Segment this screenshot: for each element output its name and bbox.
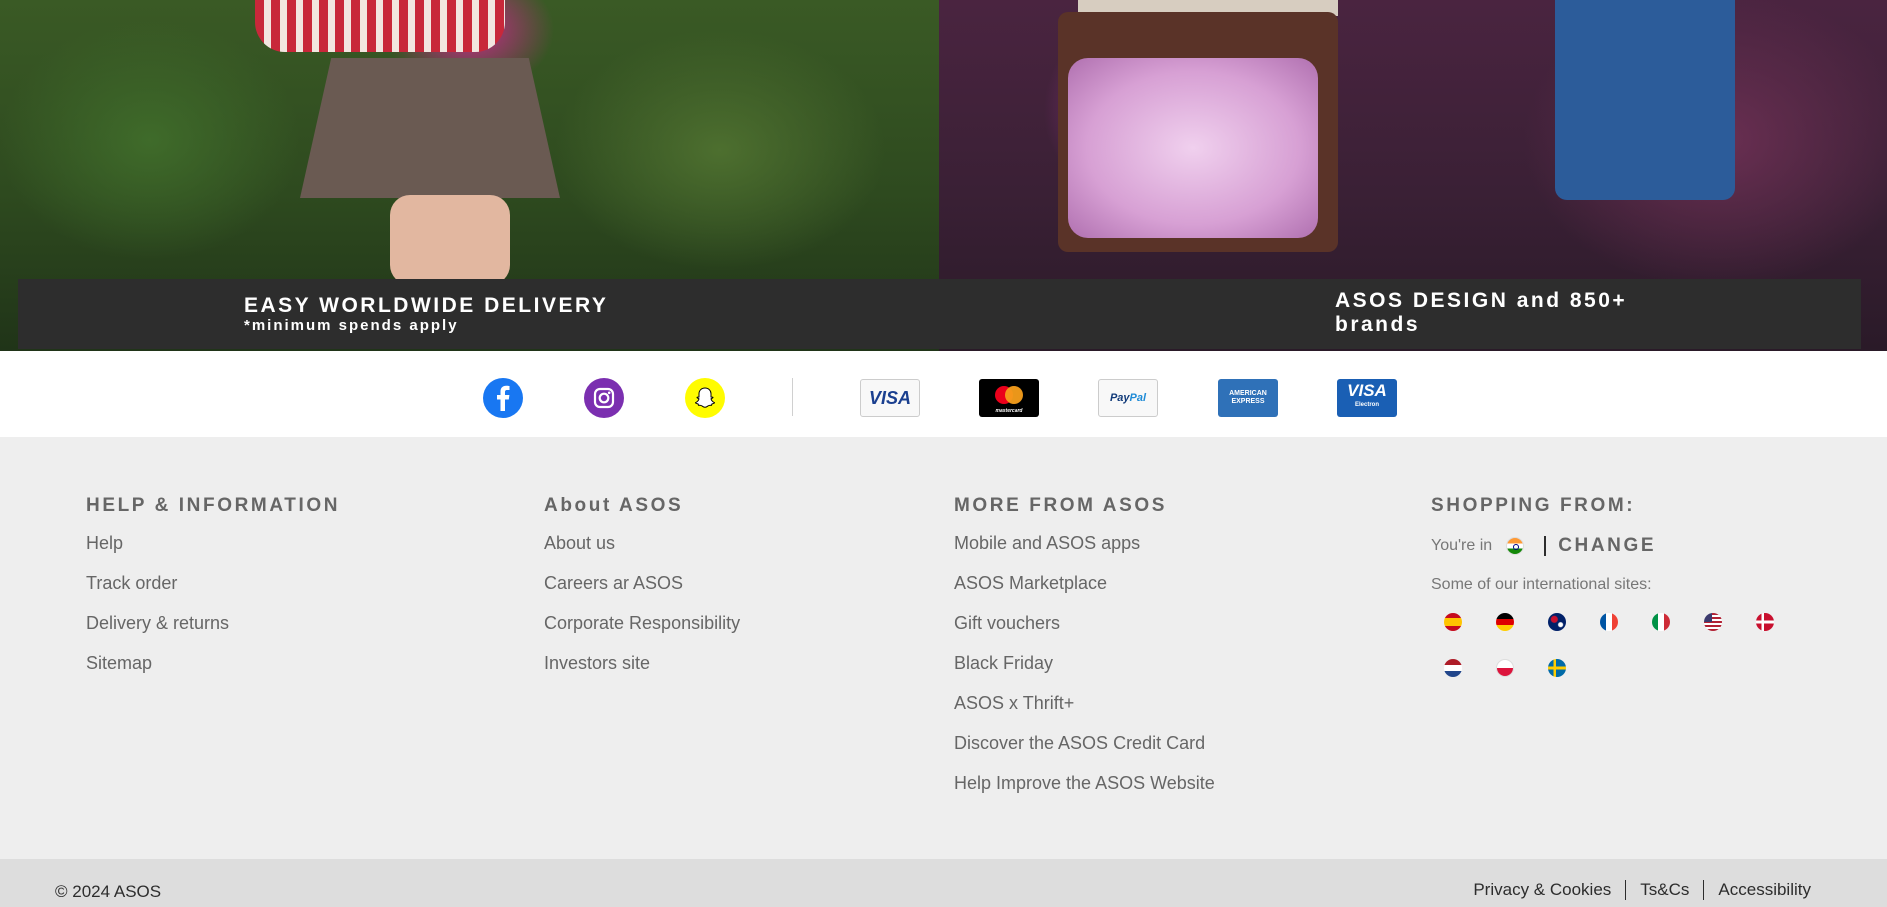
footer-link-sitemap[interactable]: Sitemap (86, 652, 340, 674)
intl-sites-label: Some of our international sites: (1431, 576, 1652, 593)
visa-electron-sublabel: Electron (1354, 402, 1379, 408)
france-flag-icon[interactable] (1600, 613, 1618, 631)
italy-flag-icon[interactable] (1652, 613, 1670, 631)
mastercard-label: mastercard (996, 408, 1024, 414)
footer-link-track-order[interactable]: Track order (86, 572, 340, 594)
amex-label-a: AMERICAN (1229, 390, 1267, 397)
footer-link-about-us[interactable]: About us (544, 532, 740, 554)
visa-label: VISA (868, 387, 911, 408)
social-payment-strip (0, 351, 1887, 437)
country-divider (1544, 536, 1547, 556)
footer-shopping-title: SHOPPING FROM: (1431, 495, 1636, 516)
footer-shopping-column: SHOPPING FROM: (1431, 494, 1635, 518)
legal-links: Privacy & Cookies Ts&Cs Accessibility (1473, 880, 1811, 900)
spain-flag-icon[interactable] (1444, 613, 1462, 631)
footer-more-title: MORE FROM ASOS (954, 495, 1168, 516)
accessibility-link[interactable]: Accessibility (1718, 880, 1811, 900)
mastercard-icon: mastercard (979, 379, 1039, 417)
paypal-label-a: Pay (1109, 392, 1130, 404)
footer-about-title: About ASOS (544, 495, 684, 516)
footer-about-column: About ASOS About us Careers ar ASOS Corp… (544, 494, 740, 674)
footer-link-marketplace[interactable]: ASOS Marketplace (954, 572, 1215, 594)
australia-flag-icon[interactable] (1548, 613, 1566, 631)
denmark-flag-icon[interactable] (1756, 613, 1774, 631)
amex-icon: AMERICAN EXPRESS (1218, 379, 1278, 417)
copyright: © 2024 ASOS (55, 882, 162, 901)
visa-electron-icon: VISA Electron (1337, 379, 1397, 417)
privacy-cookies-link[interactable]: Privacy & Cookies (1473, 880, 1611, 900)
facebook-icon[interactable] (483, 378, 523, 418)
footer-link-mobile-apps[interactable]: Mobile and ASOS apps (954, 532, 1215, 554)
india-flag-icon (1506, 537, 1525, 555)
promo-delivery[interactable]: EASY WORLDWIDE DELIVERY *minimum spends … (244, 294, 608, 334)
promo-delivery-subtitle: *minimum spends apply (244, 317, 459, 334)
usa-flag-icon[interactable] (1704, 613, 1722, 631)
legal-divider (1625, 880, 1627, 900)
visa-icon: VISA (860, 379, 920, 417)
hero-figure-top (255, 0, 505, 52)
footer-link-careers[interactable]: Careers ar ASOS (544, 572, 740, 594)
germany-flag-icon[interactable] (1496, 613, 1514, 631)
footer-link-delivery-returns[interactable]: Delivery & returns (86, 612, 340, 634)
hero-figure-jeans (1555, 0, 1735, 200)
youre-in-label: You're in (1431, 537, 1493, 554)
footer-link-thrift[interactable]: ASOS x Thrift+ (954, 692, 1215, 714)
change-country-button[interactable]: CHANGE (1558, 535, 1656, 557)
sweden-flag-icon[interactable] (1548, 659, 1566, 677)
footer-link-gift-vouchers[interactable]: Gift vouchers (954, 612, 1215, 634)
legal-divider (1703, 880, 1705, 900)
instagram-icon[interactable] (584, 378, 624, 418)
amex-label-b: EXPRESS (1231, 398, 1265, 405)
footer-link-credit-card[interactable]: Discover the ASOS Credit Card (954, 732, 1215, 754)
visa-electron-label: VISA (1347, 381, 1387, 400)
promo-brands-title: ASOS DESIGN and 850+ brands (1335, 289, 1628, 336)
footer-link-corporate-responsibility[interactable]: Corporate Responsibility (544, 612, 740, 634)
strip-divider (792, 378, 793, 416)
netherlands-flag-icon[interactable] (1444, 659, 1462, 677)
footer-link-improve-website[interactable]: Help Improve the ASOS Website (954, 772, 1215, 794)
snapchat-icon[interactable] (685, 378, 725, 418)
paypal-icon: Pay Pal (1098, 379, 1158, 417)
poland-flag-icon[interactable] (1496, 659, 1514, 677)
footer-link-investors[interactable]: Investors site (544, 652, 740, 674)
current-country: You're in CHANGE (1431, 535, 1656, 557)
footer-help-title: HELP & INFORMATION (86, 495, 341, 516)
hero-figure-skirt (300, 58, 560, 198)
footer-help-column: HELP & INFORMATION Help Track order Deli… (86, 494, 340, 674)
promo-brands[interactable]: ASOS DESIGN and 850+ brands (1335, 289, 1655, 337)
footer-link-help[interactable]: Help (86, 532, 340, 554)
promo-delivery-title: EASY WORLDWIDE DELIVERY (244, 294, 609, 317)
hero-figure-legs (390, 195, 510, 285)
footer-link-black-friday[interactable]: Black Friday (954, 652, 1215, 674)
paypal-label-b: Pal (1129, 392, 1147, 404)
footer-more-column: MORE FROM ASOS Mobile and ASOS apps ASOS… (954, 494, 1215, 794)
terms-link[interactable]: Ts&Cs (1640, 880, 1689, 900)
hero-tv-screen (1068, 58, 1318, 238)
